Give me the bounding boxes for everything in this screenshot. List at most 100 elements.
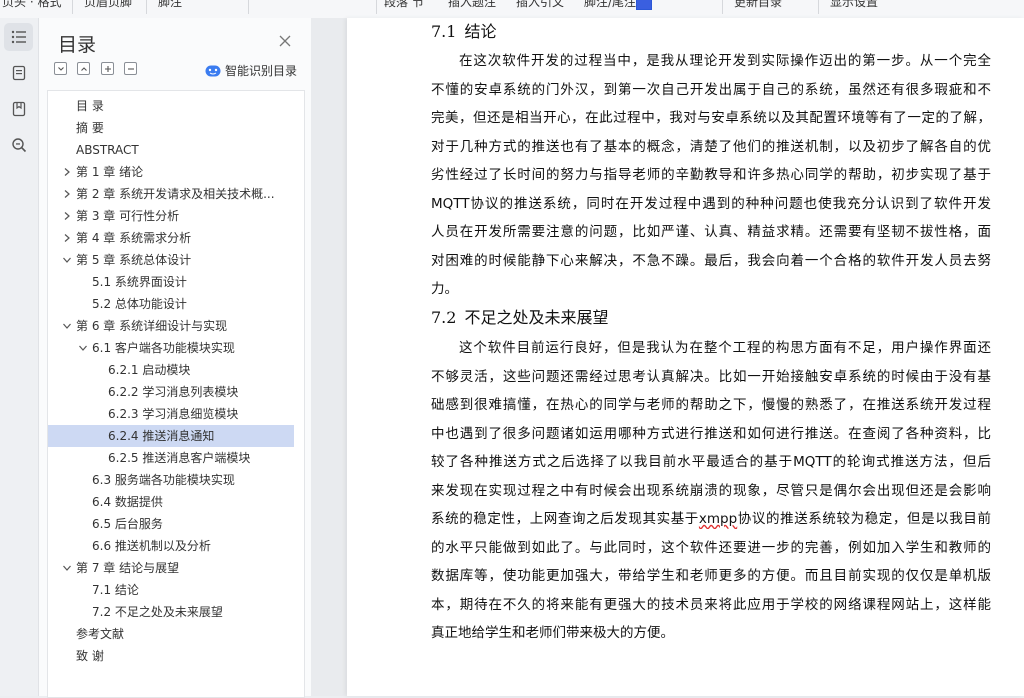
toc-item[interactable]: 第 3 章 可行性分析 <box>48 205 294 227</box>
toc-item[interactable]: 6.1 客户端各功能模块实现 <box>48 337 294 359</box>
toc-item[interactable]: 6.4 数据提供 <box>48 491 294 513</box>
toc-item[interactable]: 6.2.3 学习消息细览模块 <box>48 403 294 425</box>
toc-item[interactable]: 6.6 推送机制以及分析 <box>48 535 294 557</box>
toc-item-label: ABSTRACT <box>76 143 139 157</box>
ribbon-divider <box>722 0 723 14</box>
ribbon-item[interactable]: 脚注 <box>158 0 182 10</box>
ribbon-item[interactable]: 页眉页脚 <box>84 0 132 10</box>
text-line: 来发现在实现过程之中有时候会出现系统崩溃的现象，尽管只是偶尔会出现但还是会影响 <box>431 482 991 499</box>
chevron-up-icon <box>80 66 87 71</box>
text-line: 对困难的时候能静下心来解决，不急不躁。最后，我会向着一个合格的软件开发人员去努 <box>431 252 991 269</box>
bookmark-icon <box>12 101 25 117</box>
chevron-down-icon[interactable] <box>62 321 72 331</box>
heading-number: 7.2 <box>431 308 457 327</box>
chevron-down-icon[interactable] <box>62 255 72 265</box>
ribbon-divider <box>818 0 819 14</box>
toc-item-label: 5.1 系统界面设计 <box>92 275 187 289</box>
ribbon-item[interactable]: 插入题注 <box>448 0 496 10</box>
toc-item-label: 6.6 推送机制以及分析 <box>92 539 211 553</box>
toc-item[interactable]: 7.2 不足之处及未来展望 <box>48 601 294 623</box>
smart-toc-button[interactable]: 智能识别目录 <box>205 62 297 79</box>
text-line: MQTT协议的推送系统，同时在开发过程中遇到的种种问题也使我充分认识到了软件开发 <box>431 195 991 212</box>
find-panel-button[interactable] <box>4 131 33 159</box>
toc-item-label: 目 录 <box>76 99 104 113</box>
ai-smile-icon <box>205 65 221 76</box>
close-icon[interactable] <box>277 33 293 49</box>
add-heading-button[interactable] <box>101 62 114 75</box>
ribbon-item[interactable]: 显示设置 <box>830 0 878 10</box>
toc-item[interactable]: 6.5 后台服务 <box>48 513 294 535</box>
document-page[interactable]: 7.1 结论 在这次软件开发的过程当中，是我从理论开发到实际操作迈出的第一步。从一… <box>347 18 1024 696</box>
expand-all-button[interactable] <box>77 62 90 75</box>
toc-item[interactable]: 6.2.1 启动模块 <box>48 359 294 381</box>
chevron-down-icon[interactable] <box>62 563 72 573</box>
toc-item-label: 7.1 结论 <box>92 583 139 597</box>
toc-item[interactable]: 5.2 总体功能设计 <box>48 293 294 315</box>
toc-item[interactable]: 摘 要 <box>48 117 294 139</box>
toc-item-label: 第 6 章 系统详细设计与实现 <box>76 319 228 333</box>
toc-item-label: 6.2.1 启动模块 <box>108 363 191 377</box>
toc-item[interactable]: 第 2 章 系统开发请求及相关技术概... <box>48 183 294 205</box>
toc-item-label: 6.1 客户端各功能模块实现 <box>92 341 235 355</box>
heading-text: 结论 <box>464 22 497 41</box>
toc-item[interactable]: 第 6 章 系统详细设计与实现 <box>48 315 294 337</box>
toc-item[interactable]: 6.2.4 推送消息通知 <box>48 425 294 447</box>
text-line: 劣性经过了长时间的努力与指导老师的辛勤教导和许多热心同学的帮助，初步实现了基于 <box>431 167 991 183</box>
document-icon <box>12 65 25 81</box>
text-line: 中也遇到了很多问题诸如运用哪种方式进行推送和如何进行推送。在查阅了各种资料，比 <box>431 425 991 442</box>
text-line: 这个软件目前运行良好，但是我认为在整个工程的构思方面有不足，用户操作界面还 <box>459 340 991 356</box>
remove-heading-button[interactable] <box>124 62 137 75</box>
bookmark-panel-button[interactable] <box>4 95 33 123</box>
text-line: 在这次软件开发的过程当中，是我从理论开发到实际操作迈出的第一步。从一个完全 <box>459 53 991 69</box>
chevron-down-icon <box>57 66 64 71</box>
text-line: 人员在开发所需要注意的问题，比如严谨、认真、精益求精。还需要有坚韧不拔性格，面 <box>431 224 991 240</box>
ribbon-divider <box>72 0 73 14</box>
collapse-all-button[interactable] <box>54 62 67 75</box>
chevron-right-icon[interactable] <box>62 167 72 177</box>
toc-item-label: 第 7 章 结论与展望 <box>76 561 180 575</box>
color-swatch-icon[interactable] <box>636 0 652 10</box>
list-icon <box>11 30 26 44</box>
toc-panel-button[interactable] <box>4 23 33 51</box>
toc-item[interactable]: ABSTRACT <box>48 139 294 161</box>
search-icon <box>11 138 26 153</box>
pages-panel-button[interactable] <box>4 59 33 87</box>
toc-item-label: 5.2 总体功能设计 <box>92 297 187 311</box>
chevron-down-icon[interactable] <box>78 343 88 353</box>
chevron-right-icon[interactable] <box>62 189 72 199</box>
toc-item[interactable]: 6.2.5 推送消息客户端模块 <box>48 447 294 469</box>
toc-item[interactable]: 7.1 结论 <box>48 579 294 601</box>
toc-item[interactable]: 6.3 服务端各功能模块实现 <box>48 469 294 491</box>
ribbon-item[interactable]: 节 <box>412 0 424 10</box>
toc-item[interactable]: 致 谢 <box>48 645 294 667</box>
text-line: 对于几种方式的推送也有了基本的概念，清楚了他们的推送机制，以及初步了解各自的优 <box>431 138 991 155</box>
toc-item[interactable]: 第 5 章 系统总体设计 <box>48 249 294 271</box>
ribbon-item[interactable]: 更新目录 <box>734 0 782 10</box>
chevron-right-icon[interactable] <box>62 211 72 221</box>
toc-item[interactable]: 第 7 章 结论与展望 <box>48 557 294 579</box>
toc-item[interactable]: 第 4 章 系统需求分析 <box>48 227 294 249</box>
ribbon-item[interactable]: 段落 <box>384 0 408 10</box>
spellcheck-flagged-word[interactable]: xmpp <box>699 511 737 527</box>
ribbon-item[interactable]: 插入引文 <box>516 0 564 10</box>
text-line: 不够灵活，这些问题还需经过思考认真解决。比如一开始接触安卓系统的时候由于没有基 <box>431 368 991 385</box>
ribbon-item[interactable]: 脚注/尾注 <box>584 0 636 10</box>
chevron-right-icon[interactable] <box>62 233 72 243</box>
toc-item-label: 6.4 数据提供 <box>92 495 163 509</box>
heading-text: 不足之处及未来展望 <box>464 308 609 327</box>
toc-item[interactable]: 5.1 系统界面设计 <box>48 271 294 293</box>
toc-item-label: 第 4 章 系统需求分析 <box>76 231 192 245</box>
toc-item[interactable]: 6.2.2 学习消息列表模块 <box>48 381 294 403</box>
ribbon-item[interactable]: 页头 · 格式 <box>2 0 61 10</box>
toc-item-label: 6.2.5 推送消息客户端模块 <box>108 451 251 465</box>
toc-item-label: 7.2 不足之处及未来展望 <box>92 605 223 619</box>
toc-item[interactable]: 目 录 <box>48 95 294 117</box>
ribbon-toolbar: 页头 · 格式 页眉页脚 脚注 段落 节 插入题注 插入引文 脚注/尾注 更新目… <box>0 0 1024 19</box>
ribbon-divider <box>376 0 377 14</box>
section-heading-7-1: 7.1 结论 <box>431 18 496 42</box>
toc-item-label: 6.5 后台服务 <box>92 517 163 531</box>
toc-item[interactable]: 参考文献 <box>48 623 294 645</box>
panel-title: 目录 <box>58 34 97 56</box>
toc-item[interactable]: 第 1 章 绪论 <box>48 161 294 183</box>
text-line: 较了各种推送方式之后选择了以我目前水平最适合的基于MQTT的轮询式推送方法，但后 <box>431 454 991 470</box>
